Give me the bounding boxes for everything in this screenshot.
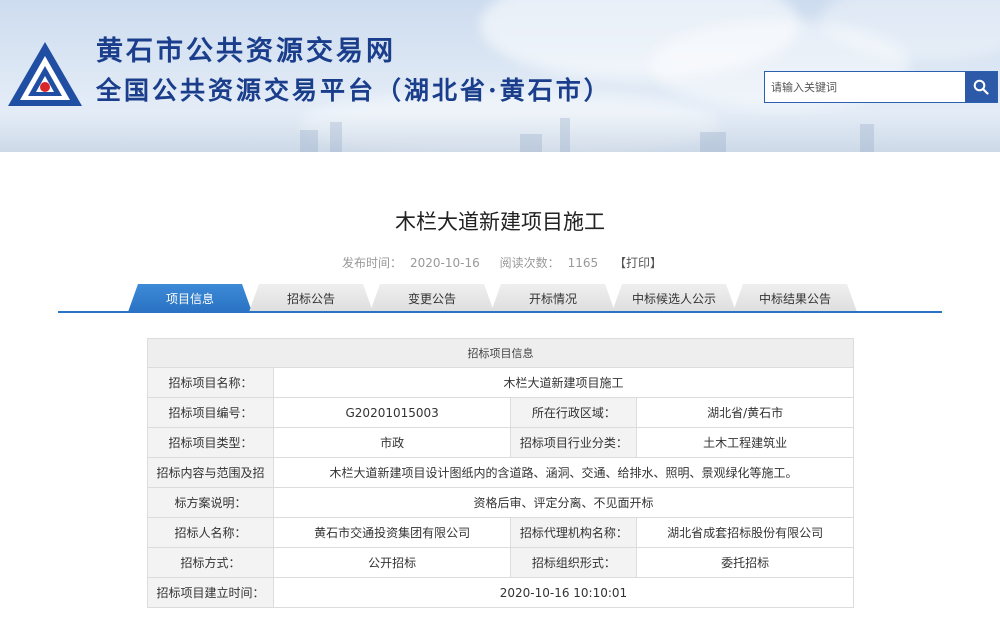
tab-label: 中标候选人公示 xyxy=(631,291,716,306)
publish-label: 发布时间： xyxy=(342,256,403,270)
agency-label: 招标代理机构名称： xyxy=(510,517,638,548)
tab-underline xyxy=(58,311,942,313)
org-form-value: 委托招标 xyxy=(636,547,854,578)
table-row: 招标项目建立时间： 2020-10-16 10:10:01 xyxy=(147,577,855,608)
skyline-building xyxy=(300,130,318,152)
publish-date: 发布时间： 2020-10-16 xyxy=(338,256,484,270)
tab-label: 变更公告 xyxy=(407,291,456,306)
table-header: 招标项目信息 xyxy=(147,338,854,368)
tab-label: 中标结果公告 xyxy=(758,291,831,306)
method-value: 公开招标 xyxy=(272,547,512,578)
project-type-label: 招标项目类型： xyxy=(147,427,274,458)
scope-value-line1: 木栏大道新建项目设计图纸内的含道路、涵洞、交通、给排水、照明、景观绿化等施工。 xyxy=(272,457,855,488)
tab-candidate-notice[interactable]: 中标候选人公示 xyxy=(612,284,736,312)
site-header: 黄石市公共资源交易网 全国公共资源交易平台（湖北省·黄石市） xyxy=(0,0,1000,152)
table-row: 招标项目信息 xyxy=(147,338,854,368)
scope-label-line2: 标方案说明： xyxy=(147,487,274,518)
project-code-value: G20201015003 xyxy=(272,397,512,428)
skyline-building xyxy=(860,124,874,152)
skyline-building xyxy=(330,122,342,152)
article-title: 木栏大道新建项目施工 xyxy=(395,210,605,234)
skyline-building xyxy=(560,118,570,152)
table-row: 招标人名称： 黄石市交通投资集团有限公司 招标代理机构名称： 湖北省成套招标股份… xyxy=(147,517,854,548)
search-button[interactable] xyxy=(965,72,997,102)
triangle-logo-icon xyxy=(8,42,82,106)
table-row: 招标内容与范围及招 木栏大道新建项目设计图纸内的含道路、涵洞、交通、给排水、照明… xyxy=(147,457,855,488)
tab-label: 项目信息 xyxy=(165,291,214,306)
org-form-label: 招标组织形式： xyxy=(510,547,638,578)
table-row: 招标项目名称： 木栏大道新建项目施工 xyxy=(147,367,855,398)
search-box xyxy=(764,71,998,103)
created-value: 2020-10-16 10:10:01 xyxy=(272,577,855,608)
search-input[interactable] xyxy=(765,72,965,102)
scope-value-line2: 资格后审、评定分离、不见面开标 xyxy=(272,487,855,518)
tab-project-info[interactable]: 项目信息 xyxy=(128,284,252,312)
views-label: 阅读次数： xyxy=(499,256,560,270)
site-subtitle: 全国公共资源交易平台（湖北省·黄石市） xyxy=(96,76,612,105)
agency-value: 湖北省成套招标股份有限公司 xyxy=(636,517,854,548)
view-count: 阅读次数： 1165 xyxy=(496,256,603,270)
scope-label-line1: 招标内容与范围及招 xyxy=(147,457,274,488)
created-label: 招标项目建立时间： xyxy=(147,577,274,608)
header-skyline xyxy=(0,112,1000,152)
article-meta: 发布时间： 2020-10-16 阅读次数： 1165 【打印】 xyxy=(0,254,1000,271)
tab-bar: 项目信息 招标公告 变更公告 开标情况 中标候选人公示 中标结果公告 xyxy=(128,284,854,312)
tab-label: 招标公告 xyxy=(286,291,335,306)
tab-bid-opening[interactable]: 开标情况 xyxy=(491,284,615,312)
industry-label: 招标项目行业分类： xyxy=(510,427,638,458)
table-row: 招标项目类型： 市政 招标项目行业分类： 土木工程建筑业 xyxy=(147,427,854,458)
site-title: 黄石市公共资源交易网 xyxy=(96,36,396,67)
table-row: 招标方式： 公开招标 招标组织形式： 委托招标 xyxy=(147,547,854,578)
tab-tender-notice[interactable]: 招标公告 xyxy=(249,284,373,312)
region-value: 湖北省/黄石市 xyxy=(636,397,854,428)
project-name-value: 木栏大道新建项目施工 xyxy=(272,367,855,398)
project-name-label: 招标项目名称： xyxy=(147,367,274,398)
table-row: 招标项目编号： G20201015003 所在行政区域： 湖北省/黄石市 xyxy=(147,397,854,428)
views-value: 1165 xyxy=(567,256,599,270)
project-type-value: 市政 xyxy=(272,427,512,458)
print-link[interactable]: 【打印】 xyxy=(614,256,662,270)
search-icon xyxy=(973,79,989,95)
industry-value: 土木工程建筑业 xyxy=(636,427,854,458)
project-info-table: 招标项目信息 招标项目名称： 木栏大道新建项目施工 招标项目编号： G20201… xyxy=(147,338,855,608)
region-label: 所在行政区域： xyxy=(510,397,638,428)
tab-label: 开标情况 xyxy=(528,291,577,306)
project-code-label: 招标项目编号： xyxy=(147,397,274,428)
publish-date-value: 2020-10-16 xyxy=(410,256,480,270)
tenderer-value: 黄石市交通投资集团有限公司 xyxy=(272,517,512,548)
tab-change-notice[interactable]: 变更公告 xyxy=(370,284,494,312)
skyline-building xyxy=(520,134,542,152)
table-row: 标方案说明： 资格后审、评定分离、不见面开标 xyxy=(147,487,855,518)
tenderer-label: 招标人名称： xyxy=(147,517,274,548)
tab-award-notice[interactable]: 中标结果公告 xyxy=(733,284,857,312)
method-label: 招标方式： xyxy=(147,547,274,578)
skyline-building xyxy=(700,132,726,152)
